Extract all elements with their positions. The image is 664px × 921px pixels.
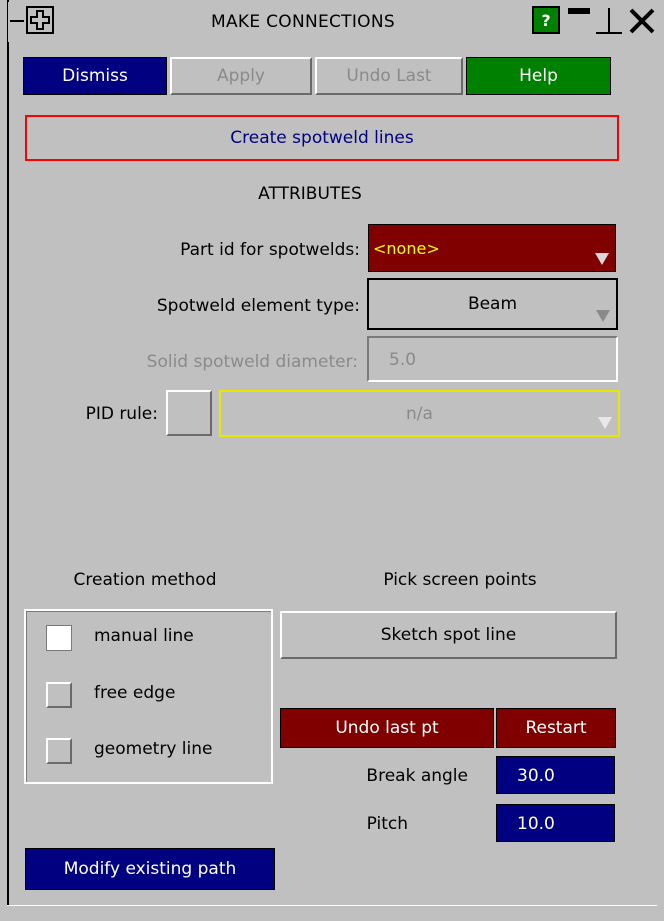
apply-button[interactable]: Apply: [170, 57, 312, 95]
pid-rule-select[interactable]: n/a: [219, 390, 620, 437]
minimize-icon[interactable]: [566, 6, 592, 34]
chevron-down-icon: [596, 310, 610, 322]
part-id-label: Part id for spotwelds:: [180, 240, 360, 260]
dismiss-button[interactable]: Dismiss: [23, 57, 167, 95]
diameter-label: Solid spotweld diameter:: [146, 352, 358, 372]
element-type-value: Beam: [467, 294, 518, 314]
pick-screen-points-heading: Pick screen points: [383, 570, 537, 590]
creation-method-group: manual line free edge geometry line: [24, 609, 273, 784]
pid-rule-label: PID rule:: [85, 404, 158, 424]
manual-line-label: manual line: [94, 626, 194, 646]
break-angle-value: 30.0: [517, 766, 555, 786]
creation-method-heading: Creation method: [73, 570, 217, 590]
minimize-dash-icon[interactable]: [10, 20, 24, 22]
help-question-icon[interactable]: ?: [532, 6, 560, 34]
part-id-value: <none>: [373, 239, 440, 258]
pitch-value: 10.0: [517, 814, 555, 834]
window-title: MAKE CONNECTIONS: [211, 12, 395, 32]
pitch-field[interactable]: 10.0: [496, 804, 615, 842]
move-cross-icon[interactable]: [26, 6, 54, 34]
element-type-select[interactable]: Beam: [367, 278, 618, 330]
geometry-line-checkbox[interactable]: [46, 738, 72, 764]
free-edge-checkbox[interactable]: [46, 682, 72, 708]
window-frame-left: [7, 0, 9, 905]
chevron-down-icon: [598, 417, 612, 429]
close-icon[interactable]: [626, 6, 658, 36]
part-id-select[interactable]: <none>: [368, 224, 616, 272]
break-angle-field[interactable]: 30.0: [496, 756, 615, 794]
restart-button[interactable]: Restart: [496, 708, 616, 748]
attributes-heading: ATTRIBUTES: [258, 184, 362, 204]
modify-existing-path-button[interactable]: Modify existing path: [25, 848, 275, 890]
undo-last-pt-button[interactable]: Undo last pt: [280, 708, 494, 748]
sketch-spot-line-button[interactable]: Sketch spot line: [280, 611, 617, 659]
diameter-value: 5.0: [389, 350, 417, 370]
free-edge-label: free edge: [94, 683, 176, 703]
break-angle-label: Break angle: [366, 766, 468, 786]
maximize-icon[interactable]: [596, 6, 622, 34]
geometry-line-label: geometry line: [94, 739, 213, 759]
pid-rule-toggle[interactable]: [166, 390, 212, 436]
diameter-field: 5.0: [367, 336, 618, 382]
undo-last-button[interactable]: Undo Last: [315, 57, 463, 95]
title-bar: MAKE CONNECTIONS ?: [8, 2, 660, 42]
create-spotweld-lines-button[interactable]: Create spotweld lines: [25, 115, 619, 161]
element-type-label: Spotweld element type:: [156, 296, 360, 316]
help-question-glyph: ?: [541, 10, 551, 30]
pitch-label: Pitch: [366, 814, 408, 834]
chevron-down-icon: [595, 253, 609, 265]
help-button[interactable]: Help: [466, 57, 611, 95]
pid-rule-value: n/a: [406, 404, 433, 424]
window-frame-bottom: [7, 905, 657, 906]
manual-line-checkbox[interactable]: [46, 625, 72, 651]
